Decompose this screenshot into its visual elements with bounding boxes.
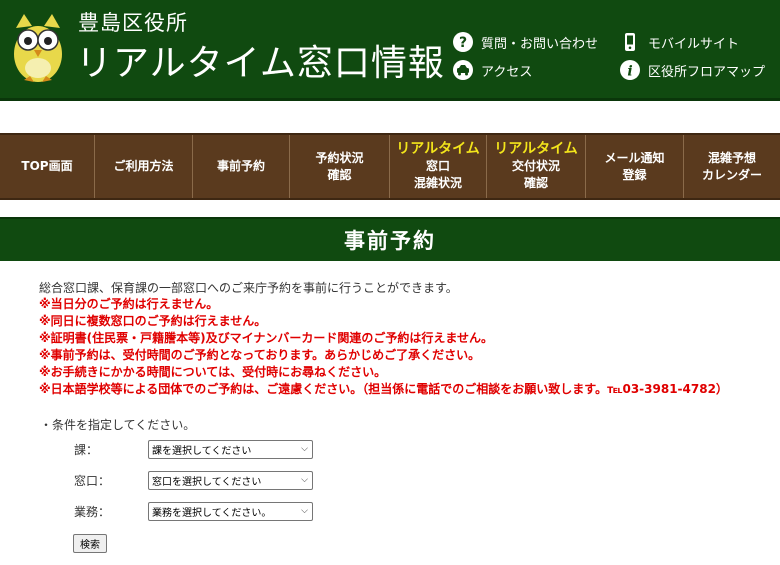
notice-text: ※お手続きにかかる時間については、受付時にお尋ねください。 [39,365,387,379]
department-label: 課： [74,443,99,457]
page-title: 事前予約 [344,229,436,253]
service-select[interactable]: 業務を選択してください。 ⌵ [148,502,313,521]
mobile-site-label: モバイルサイト [648,36,740,52]
search-button[interactable]: 検索 [73,534,107,553]
nav-highlight-label: リアルタイム [396,141,480,157]
access-label: アクセス [481,64,533,80]
department-row: 課： 課を選択してください ⌵ [74,440,313,459]
nav-label: メール通知 [604,150,665,165]
counter-select[interactable]: 窓口を選択してください ⌵ [148,471,313,490]
counter-row: 窓口： 窓口を選択してください ⌵ [74,471,313,490]
car-icon [452,59,474,81]
nav-usage[interactable]: ご利用方法 [95,135,193,198]
service-select-value: 業務を選択してください。 [152,508,272,519]
nav-mail-notification[interactable]: メール通知 登録 [586,135,684,198]
owl-mascot-logo[interactable] [10,10,66,84]
nav-realtime-issuance[interactable]: リアルタイム 交付状況 確認 [487,135,586,198]
site-header: 豊島区役所 リアルタイム窓口情報 ? 質問・お問い合わせ アクセス モバイルサイ… [0,0,780,101]
mobile-phone-icon [619,31,641,53]
notice-text: ※事前予約は、受付時間のご予約となっております。あらかじめご了承ください。 [39,348,481,362]
site-title[interactable]: リアルタイム窓口情報 [76,34,445,86]
counter-select-value: 窓口を選択してください [152,477,262,488]
department-select-value: 課を選択してください [152,446,252,457]
nav-highlight-label: リアルタイム [494,141,578,157]
nav-label: ご利用方法 [113,159,174,173]
chevron-down-icon: ⌵ [301,506,308,516]
inquiry-link[interactable]: ? 質問・お問い合わせ [452,31,598,53]
nav-label: 事前予約 [216,159,265,173]
service-row: 業務： 業務を選択してください。 ⌵ [74,502,313,521]
floor-map-label: 区役所フロアマップ [648,64,766,80]
nav-reservation-status[interactable]: 予約状況 確認 [290,135,390,198]
mobile-site-link[interactable]: モバイルサイト [619,31,739,53]
nav-label: 混雑状況 [413,176,462,190]
counter-label: 窓口： [74,474,111,488]
svg-text:i: i [627,64,632,80]
intro-text: 総合窓口課、保育課の一部窓口へのご来庁予約を事前に行うことができます。 [39,281,458,295]
svg-text:?: ? [459,35,467,51]
department-select[interactable]: 課を選択してください ⌵ [148,440,313,459]
nav-advance-reservation[interactable]: 事前予約 [193,135,290,198]
notice-text: ※証明書(住民票・戸籍謄本等)及びマイナンバーカード関連のご予約は行えません。 [39,331,494,345]
page-title-bar: 事前予約 [0,217,780,261]
main-nav: TOP画面 ご利用方法 事前予約 予約状況 確認 リアルタイム 窓口 混雑状況 … [0,133,780,200]
chevron-down-icon: ⌵ [301,444,308,454]
notice-text: ※日本語学校等による団体でのご予約は、ご遠慮ください。（担当係に電話でのご相談を… [39,382,728,396]
nav-label: 窓口 [425,159,450,173]
notice-text: ※同日に複数窓口のご予約は行えません。 [39,314,267,328]
chevron-down-icon: ⌵ [301,475,308,485]
nav-label: 混雑予想 [707,150,756,165]
question-icon: ? [452,31,474,53]
nav-congestion-calendar[interactable]: 混雑予想 カレンダー [684,135,780,198]
floor-map-link[interactable]: i 区役所フロアマップ [619,59,765,81]
info-icon: i [619,59,641,81]
inquiry-label: 質問・お問い合わせ [481,36,599,52]
service-label: 業務： [74,505,111,519]
nav-label: 確認 [523,176,548,190]
nav-top[interactable]: TOP画面 [0,135,95,198]
nav-label: 予約状況 [315,150,364,165]
condition-label: ・条件を指定してください。 [40,418,196,432]
nav-label: カレンダー [701,167,762,182]
nav-label: TOP画面 [21,159,73,173]
office-name: 豊島区役所 [78,11,188,35]
access-link[interactable]: アクセス [452,59,532,81]
nav-realtime-counter[interactable]: リアルタイム 窓口 混雑状況 [390,135,487,198]
reservation-info: 総合窓口課、保育課の一部窓口へのご来庁予約を事前に行うことができます。 ※当日分… [39,280,769,398]
nav-label: 交付状況 [511,159,560,173]
nav-label: 確認 [327,167,352,182]
notice-text: ※当日分のご予約は行えません。 [39,297,219,311]
nav-label: 登録 [622,167,647,182]
